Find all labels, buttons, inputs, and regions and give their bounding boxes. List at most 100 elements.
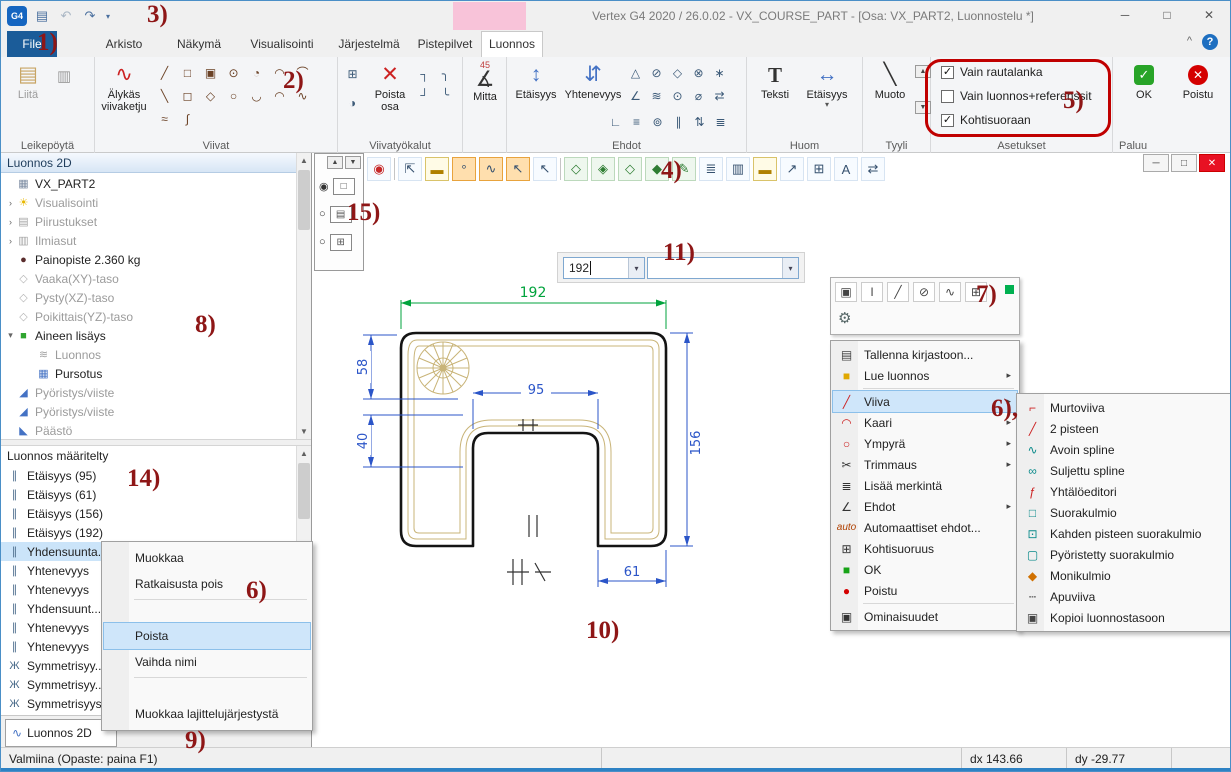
menu-item[interactable]: ■ Lue luonnos ▸ [833,365,1017,386]
text-view-icon[interactable]: A [834,157,858,181]
checkbox-icon[interactable]: ✓ [941,66,954,79]
checkbox-icon[interactable] [941,90,954,103]
menu-item[interactable] [104,675,310,701]
plane-view-icon[interactable]: ◇ [564,157,588,181]
constraint-icon[interactable]: ⊚ [647,111,668,132]
ok-button[interactable]: ✓ OK [1121,61,1167,133]
tree-item[interactable]: › ▥ Ilmiasut [1,231,296,250]
tab-visualisointi[interactable]: Visualisointi [237,31,327,57]
radio-icon[interactable]: ○ [319,208,326,220]
tab-jarjestelma[interactable]: Järjestelmä [329,31,409,57]
gear-icon[interactable]: ⚙ [838,309,851,327]
canvas-minimize-button[interactable]: ─ [1143,154,1169,172]
submenu-item[interactable]: ◆ Monikulmio [1019,565,1228,586]
submenu-item[interactable]: ┄ Apuviiva [1019,586,1228,607]
toolbox-option[interactable]: ○ ⊞ [317,228,361,256]
select-region-icon[interactable]: ⇱ [398,157,422,181]
dimension-name-input[interactable]: ▾ [647,257,799,279]
tree-item[interactable]: › ☀ Visualisointi [1,193,296,212]
distance-constraint-button[interactable]: ↕ Etäisyys [511,61,561,133]
ok-indicator-icon[interactable] [1005,285,1014,294]
constraint-icon[interactable]: △ [625,62,646,83]
tree-item[interactable]: ▾ ■ Aineen lisäys [1,326,296,345]
tree-item[interactable]: ◢ Pyöristys/viiste [1,383,296,402]
exit-button[interactable]: ✕ Poistu [1173,61,1223,133]
line-tool-icon[interactable]: ∫ [176,108,199,129]
line-tool-icon[interactable]: ╱ [887,282,909,302]
constraint-item[interactable]: ∥ Etäisyys (95) [1,466,296,485]
corner-tool-icon[interactable]: ╮ [435,63,456,84]
submenu-item[interactable]: ▣ Kopioi luonnostasoon [1019,607,1228,628]
line-tool-icon[interactable]: ◑ [342,92,363,113]
shape-style-button[interactable]: ╲ Muoto [867,61,913,133]
expand-arrow-icon[interactable]: › [5,198,16,208]
expand-arrow-icon[interactable]: › [5,236,16,246]
dim-95[interactable]: 95 [473,381,598,429]
submenu-item[interactable]: ╱ 2 pisteen [1019,418,1228,439]
line-tool-icon[interactable]: ◡ [245,85,268,106]
tree-item[interactable]: ◢ Pyöristys/viiste [1,402,296,421]
line-tool-icon[interactable]: ⌒ [291,62,314,83]
menu-item[interactable]: ■ OK [833,559,1017,580]
menu-item[interactable]: Ratkaisusta pois [104,571,310,597]
separator[interactable] [394,158,395,180]
scroll-up-icon[interactable]: ▲ [297,446,311,461]
combo-dropdown-icon[interactable]: ▾ [628,258,644,278]
text-button[interactable]: T Teksti [753,61,797,133]
constraint-icon[interactable]: ◇ [667,62,688,83]
constraint-icon[interactable]: ⌀ [688,85,709,106]
copy-icon[interactable]: ▥ [57,67,71,85]
constraint-icon[interactable]: ⊗ [688,62,709,83]
delete-part-button[interactable]: ✕ Poista osa [368,61,412,133]
line-tool-icon[interactable]: ∿ [291,85,314,106]
style-down-icon[interactable]: ▼ [915,101,931,114]
menu-item[interactable]: auto Automaattiset ehdot... [833,517,1017,538]
ruler-icon[interactable]: ▬ [425,157,449,181]
combo-dropdown-icon[interactable]: ▾ [782,258,798,278]
expand-arrow-icon[interactable]: ▾ [5,330,16,341]
line-tool-icon[interactable]: ◇ [199,85,222,106]
constraint-icon[interactable]: ≣ [710,111,731,132]
menu-item[interactable]: Muokkaa lajittelujärjestystä [104,701,310,727]
tree-item[interactable]: ◇ Vaaka(XY)-taso [1,269,296,288]
menu-item[interactable]: Muokkaa [104,545,310,571]
checkbox-icon[interactable]: ✓ [941,114,954,127]
constraint-icon[interactable]: ∗ [709,62,730,83]
smart-polyline-button[interactable]: ∿ Älykäs viivaketju [97,61,151,133]
submenu-item[interactable]: ∿ Avoin spline [1019,439,1228,460]
save-icon[interactable]: ▤ [31,5,53,27]
undo-icon[interactable]: ↶ [55,5,77,27]
menu-item[interactable]: ● Poistu [833,580,1017,601]
dim-192[interactable]: 192 [401,285,666,329]
scroll-down-icon[interactable]: ▼ [297,424,311,439]
pointer-icon[interactable]: ↖ [533,157,557,181]
constraint-icon[interactable]: ∥ [668,111,689,132]
toolbox-option[interactable]: ○ ▤ [317,200,361,228]
pin-icon[interactable]: ◉ [367,157,391,181]
menu-item[interactable]: ▣ Ominaisuudet [833,606,1017,627]
dim-40[interactable]: 40 [356,415,463,467]
constraint-item[interactable]: ∥ Etäisyys (156) [1,504,296,523]
constraint-icon[interactable]: ⇅ [689,111,710,132]
submenu-item[interactable]: □ Suorakulmio [1019,502,1228,523]
line-tool-icon[interactable]: ╲ [153,85,176,106]
menu-item[interactable]: ▤ Tallenna kirjastoon... [833,344,1017,365]
maximize-button[interactable]: □ [1146,1,1188,29]
tab-arkisto[interactable]: Arkisto [89,31,159,57]
scrollbar-thumb[interactable] [298,463,310,519]
menu-item[interactable]: ∠ Ehdot ▸ [833,496,1017,517]
corner-tool-icon[interactable]: ╰ [435,84,456,105]
qat-more-icon[interactable]: ▾ [101,5,115,27]
dimension-tool-icon[interactable]: I [861,282,883,302]
snap-angle-icon[interactable]: ° [452,157,476,181]
line-tool-icon[interactable]: ◻ [176,85,199,106]
toolbox-down-icon[interactable]: ▼ [345,156,361,169]
radio-icon[interactable]: ◉ [319,180,329,193]
snap-cursor-icon[interactable]: ↖ [506,157,530,181]
corner-tool-icon[interactable]: ┘ [414,84,435,105]
line-tool-icon[interactable]: ⊙ [222,62,245,83]
collapse-ribbon-icon[interactable]: ^ [1187,35,1192,47]
menu-item[interactable]: Vaihda nimi [104,649,310,675]
spline-tool-icon[interactable]: ∿ [939,282,961,302]
line-tool-icon[interactable]: ▣ [199,62,222,83]
